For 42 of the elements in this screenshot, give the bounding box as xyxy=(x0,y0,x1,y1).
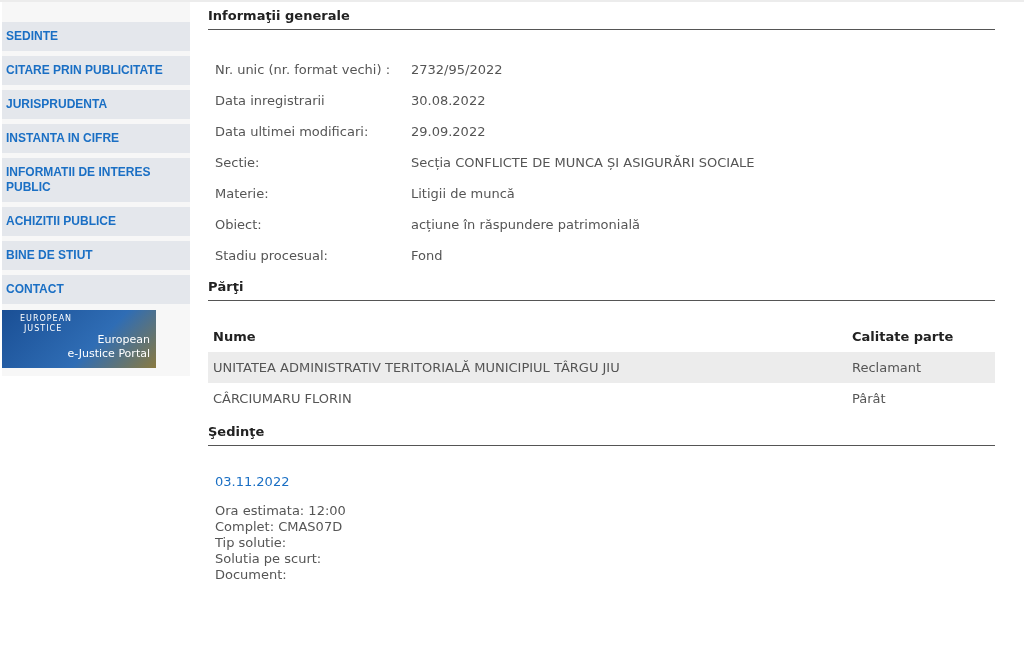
field-value: 30.08.2022 xyxy=(411,92,487,110)
column-header: Nume xyxy=(213,329,257,344)
field-label: Stadiu procesual: xyxy=(215,247,329,265)
section-heading: Părţi xyxy=(208,279,995,301)
sidebar-item[interactable]: INFORMATII DE INTERES PUBLIC xyxy=(2,158,190,202)
field-value: 2732/95/2022 xyxy=(411,61,504,79)
field-label: Obiect: xyxy=(215,216,263,234)
field-label: Materie: xyxy=(215,185,270,203)
table-cell-text: CÂRCIUMARU FLORIN xyxy=(213,391,353,406)
sidebar-item[interactable]: INSTANTA IN CIFRE xyxy=(2,124,190,153)
field-value: acțiune în răspundere patrimonială xyxy=(411,216,641,234)
field-label: Data ultimei modificari: xyxy=(215,123,370,141)
field-label: Sectie: xyxy=(215,154,261,172)
field-label: Nr. unic (nr. format vechi) : xyxy=(215,61,392,79)
sidebar-item[interactable]: JURISPRUDENTA xyxy=(2,90,190,119)
banner-title: European xyxy=(97,333,150,346)
field-value: Fond xyxy=(411,247,444,265)
field-value: 29.09.2022 xyxy=(411,123,487,141)
e-justice-banner[interactable]: EUROPEAN JUSTICE European e-Justice Portal xyxy=(2,310,156,368)
section-heading: Informaţii generale xyxy=(208,8,995,30)
hearing-detail: Solutia pe scurt: xyxy=(215,551,323,567)
field-value: Secția CONFLICTE DE MUNCA ȘI ASIGURĂRI SOCIALE xyxy=(411,154,756,172)
field-label: Data inregistrarii xyxy=(215,92,326,110)
table-cell-text: Pârât xyxy=(852,391,887,406)
sidebar-item[interactable]: BINE DE STIUT xyxy=(2,241,190,270)
field-value: Litigii de muncă xyxy=(411,185,516,203)
sidebar-item[interactable]: CONTACT xyxy=(2,275,190,304)
table-cell-text: Reclamant xyxy=(852,360,923,375)
banner-title: e-Justice Portal xyxy=(67,347,150,360)
hearing-detail: Complet: CMAS07D xyxy=(215,519,344,535)
sidebar-item[interactable]: CITARE PRIN PUBLICITATE xyxy=(2,56,190,85)
table-cell-text: UNITATEA ADMINISTRATIV TERITORIALĂ MUNICIPIUL TÂRGU JIU xyxy=(213,360,621,375)
section-heading: Şedinţe xyxy=(208,424,995,446)
hearing-detail: Document: xyxy=(215,567,288,583)
logo-text: JUSTICE xyxy=(24,324,63,333)
hearing-detail: Ora estimata: 12:00 xyxy=(215,503,347,519)
hearing-detail: Tip solutie: xyxy=(215,535,288,551)
hearing-date-link[interactable]: 03.11.2022 xyxy=(215,474,290,489)
column-header: Calitate parte xyxy=(852,329,955,344)
logo-text: EUROPEAN xyxy=(20,314,73,323)
sidebar-item[interactable]: ACHIZITII PUBLICE xyxy=(2,207,190,236)
sidebar-item[interactable]: SEDINTE xyxy=(2,22,190,51)
